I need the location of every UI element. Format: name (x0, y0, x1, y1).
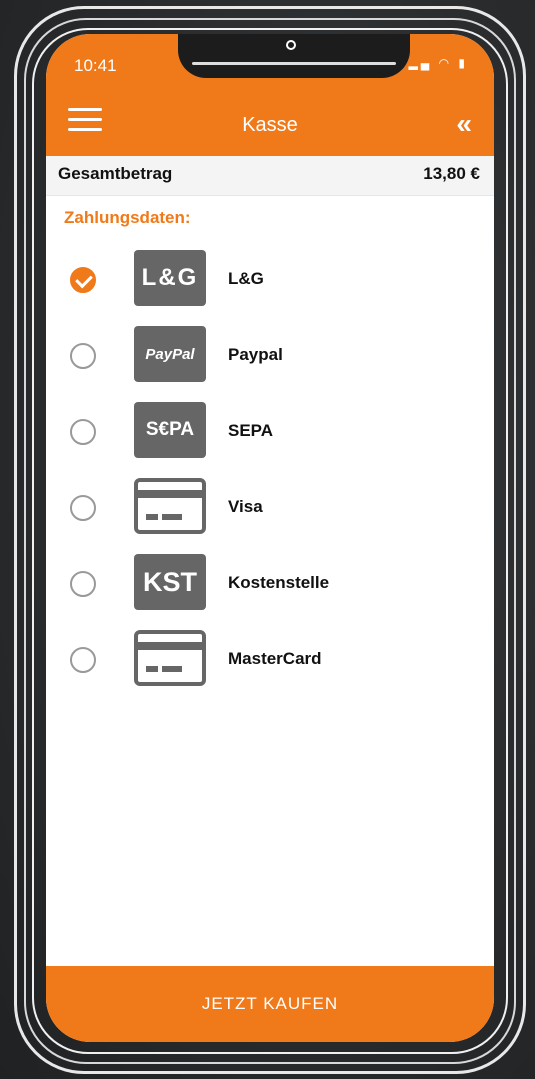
kst-logo-icon: KST (134, 554, 206, 610)
double-chevron-left-icon[interactable]: « (456, 108, 472, 140)
payment-method-lg[interactable]: L&G L&G (46, 250, 494, 310)
phone-notch (178, 34, 410, 78)
payment-method-mastercard[interactable]: MasterCard (46, 630, 494, 690)
payment-method-label: L&G (228, 269, 264, 288)
credit-card-icon (134, 630, 206, 686)
payment-method-label: Paypal (228, 345, 283, 364)
payment-section-label: Zahlungsdaten: (64, 208, 191, 227)
total-value: 13,80 € (423, 164, 480, 183)
radio-unchecked-icon[interactable] (70, 343, 96, 369)
buy-now-button[interactable]: JETZT KAUFEN (46, 966, 494, 1042)
paypal-logo-icon: PayPal (134, 326, 206, 382)
radio-checked-icon[interactable] (70, 267, 96, 293)
radio-unchecked-icon[interactable] (70, 419, 96, 445)
payment-method-visa[interactable]: Visa (46, 478, 494, 538)
payment-method-label: SEPA (228, 421, 274, 440)
page-title: Kasse (242, 114, 298, 136)
total-row: Gesamtbetrag 13,80 € (46, 156, 494, 196)
status-icons: ▂▄ ◠ ▮ (408, 56, 468, 70)
credit-card-icon (134, 478, 206, 534)
lg-logo-icon: L&G (134, 250, 206, 306)
payment-method-label: MasterCard (228, 649, 322, 668)
header-bar: 10:41 ▂▄ ◠ ▮ Kasse « (46, 34, 494, 156)
camera-icon (286, 40, 296, 50)
radio-unchecked-icon[interactable] (70, 495, 96, 521)
sepa-logo-icon: S€PA (134, 402, 206, 458)
payment-method-sepa[interactable]: S€PA SEPA (46, 402, 494, 462)
payment-method-label: Kostenstelle (228, 573, 330, 592)
payment-method-paypal[interactable]: PayPal Paypal (46, 326, 494, 386)
status-time: 10:41 (74, 56, 117, 75)
payment-method-label: Visa (228, 497, 263, 516)
radio-unchecked-icon[interactable] (70, 571, 96, 597)
speaker-line (192, 62, 396, 65)
app-screen: 10:41 ▂▄ ◠ ▮ Kasse « Gesamtbetrag 13,80 … (46, 34, 494, 1042)
total-label: Gesamtbetrag (58, 164, 173, 183)
payment-method-kostenstelle[interactable]: KST Kostenstelle (46, 554, 494, 614)
radio-unchecked-icon[interactable] (70, 647, 96, 673)
